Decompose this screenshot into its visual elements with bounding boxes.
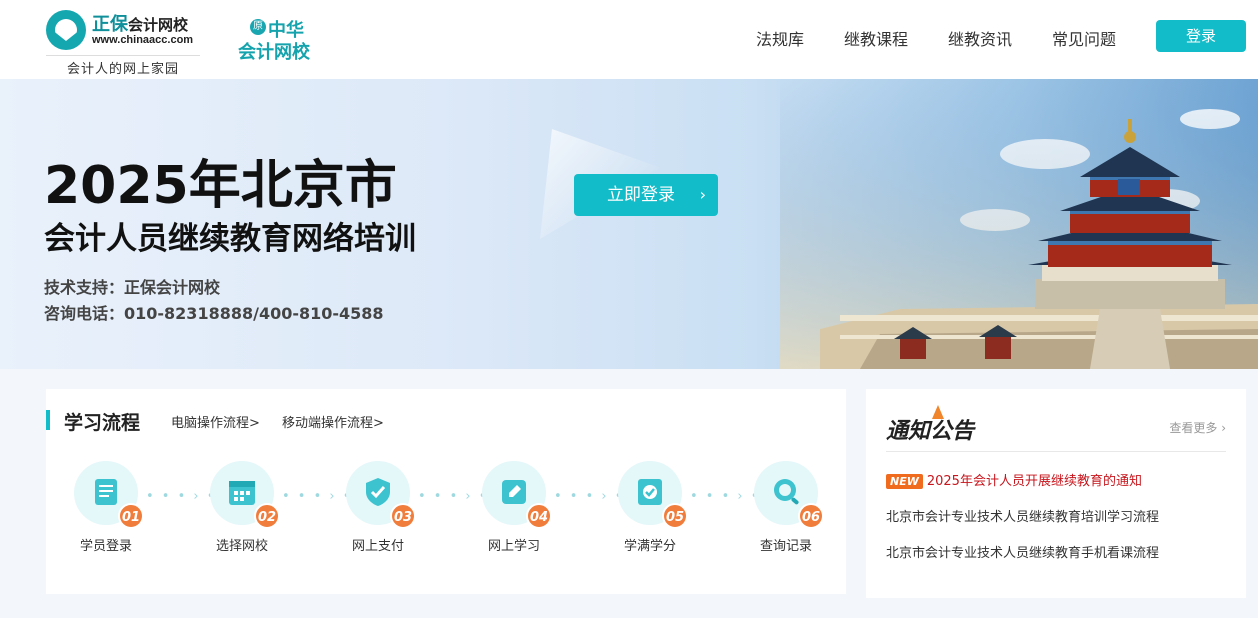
step-number: 05 bbox=[662, 503, 688, 529]
step-label: 网上学习 bbox=[487, 539, 540, 554]
study-process-panel: 学习流程 电脑操作流程> 移动端操作流程> 01 学员登录 • • • › • … bbox=[46, 389, 846, 594]
document-icon bbox=[95, 479, 117, 505]
section-accent-bar bbox=[46, 410, 50, 430]
step-payment[interactable]: 03 网上支付 bbox=[333, 461, 423, 554]
step-credits[interactable]: 05 学满学分 bbox=[605, 461, 695, 554]
step-label: 学满学分 bbox=[623, 539, 676, 554]
step-number: 06 bbox=[798, 503, 824, 529]
logo-mark-icon bbox=[46, 10, 86, 50]
shield-check-icon bbox=[366, 478, 390, 506]
step-circle: 04 bbox=[482, 461, 552, 529]
notice-item-label: 2025年会计人员开展继续教育的通知 bbox=[926, 474, 1142, 489]
step-query-records[interactable]: 06 查询记录 bbox=[741, 461, 831, 554]
login-now-button[interactable]: 立即登录 › bbox=[574, 174, 718, 216]
step-label: 学员登录 bbox=[79, 539, 132, 554]
chevron-right-icon: › bbox=[1221, 421, 1226, 435]
step-circle: 05 bbox=[618, 461, 688, 529]
logo-url: www.chinaacc.com bbox=[92, 34, 194, 46]
site-header: 正保会计网校 www.chinaacc.com 会计人的网上家园 原 中华 会计… bbox=[0, 0, 1258, 79]
phone-text: 咨询电话：010-82318888/400-810-4588 bbox=[44, 304, 384, 323]
view-more-link[interactable]: 查看更多 › bbox=[1169, 419, 1226, 436]
step-number: 01 bbox=[118, 503, 144, 529]
step-circle: 03 bbox=[346, 461, 416, 529]
zhonghua-logo[interactable]: 原 中华 会计网校 bbox=[238, 16, 328, 63]
step-circle: 01 bbox=[74, 461, 144, 529]
notice-title: 通知公告 bbox=[886, 418, 975, 444]
certificate-icon bbox=[638, 479, 662, 505]
step-label: 选择网校 bbox=[215, 539, 268, 554]
logo-brand: 正保会计网校 bbox=[92, 14, 189, 35]
mobile-process-link[interactable]: 移动端操作流程> bbox=[282, 412, 384, 431]
banner-subtitle: 会计人员继续教育网络培训 bbox=[44, 221, 416, 257]
step-number: 04 bbox=[526, 503, 552, 529]
chinaacc-logo[interactable]: 正保会计网校 www.chinaacc.com 会计人的网上家园 bbox=[46, 8, 202, 77]
notice-item[interactable]: 北京市会计专业技术人员继续教育培训学习流程 bbox=[886, 506, 1159, 525]
chevron-right-icon: › bbox=[699, 185, 706, 204]
logo-slogan: 会计人的网上家园 bbox=[46, 55, 200, 77]
step-number: 02 bbox=[254, 503, 280, 529]
step-label: 查询记录 bbox=[759, 539, 812, 554]
step-circle: 06 bbox=[754, 461, 824, 529]
notice-item[interactable]: 北京市会计专业技术人员继续教育手机看课流程 bbox=[886, 542, 1159, 561]
nav-courses[interactable]: 继教课程 bbox=[844, 26, 908, 50]
new-badge: NEW bbox=[886, 474, 923, 489]
hero-banner: 2025年北京市 会计人员继续教育网络培训 技术支持：正保会计网校 咨询电话：0… bbox=[0, 79, 1258, 369]
login-now-label: 立即登录 bbox=[607, 185, 675, 205]
divider bbox=[886, 451, 1226, 452]
view-more-label: 查看更多 bbox=[1169, 421, 1218, 435]
search-icon bbox=[774, 479, 799, 505]
step-circle: 02 bbox=[210, 461, 280, 529]
step-login[interactable]: 01 学员登录 bbox=[61, 461, 151, 554]
banner-title: 2025年北京市 bbox=[44, 156, 397, 216]
nav-news[interactable]: 继教资讯 bbox=[948, 26, 1012, 50]
logo2-badge: 原 bbox=[250, 19, 266, 35]
step-number: 03 bbox=[390, 503, 416, 529]
step-label: 网上支付 bbox=[351, 539, 404, 554]
pc-process-link[interactable]: 电脑操作流程> bbox=[171, 412, 260, 431]
notice-item[interactable]: NEW 2025年会计人员开展继续教育的通知 bbox=[886, 470, 1142, 489]
login-button[interactable]: 登录 bbox=[1156, 20, 1246, 52]
edit-icon bbox=[502, 480, 526, 504]
logo2-bottom: 会计网校 bbox=[238, 42, 310, 63]
tech-support-text: 技术支持：正保会计网校 bbox=[44, 278, 221, 297]
temple-of-heaven-image bbox=[780, 79, 1258, 369]
nav-laws[interactable]: 法规库 bbox=[756, 26, 804, 50]
nav-faq[interactable]: 常见问题 bbox=[1052, 26, 1116, 50]
process-title: 学习流程 bbox=[64, 412, 141, 434]
notice-panel: 通知公告 查看更多 › NEW 2025年会计人员开展继续教育的通知 北京市会计专… bbox=[866, 389, 1246, 598]
step-online-study[interactable]: 04 网上学习 bbox=[469, 461, 559, 554]
step-select-school[interactable]: 02 选择网校 bbox=[197, 461, 287, 554]
calendar-icon bbox=[229, 481, 255, 505]
